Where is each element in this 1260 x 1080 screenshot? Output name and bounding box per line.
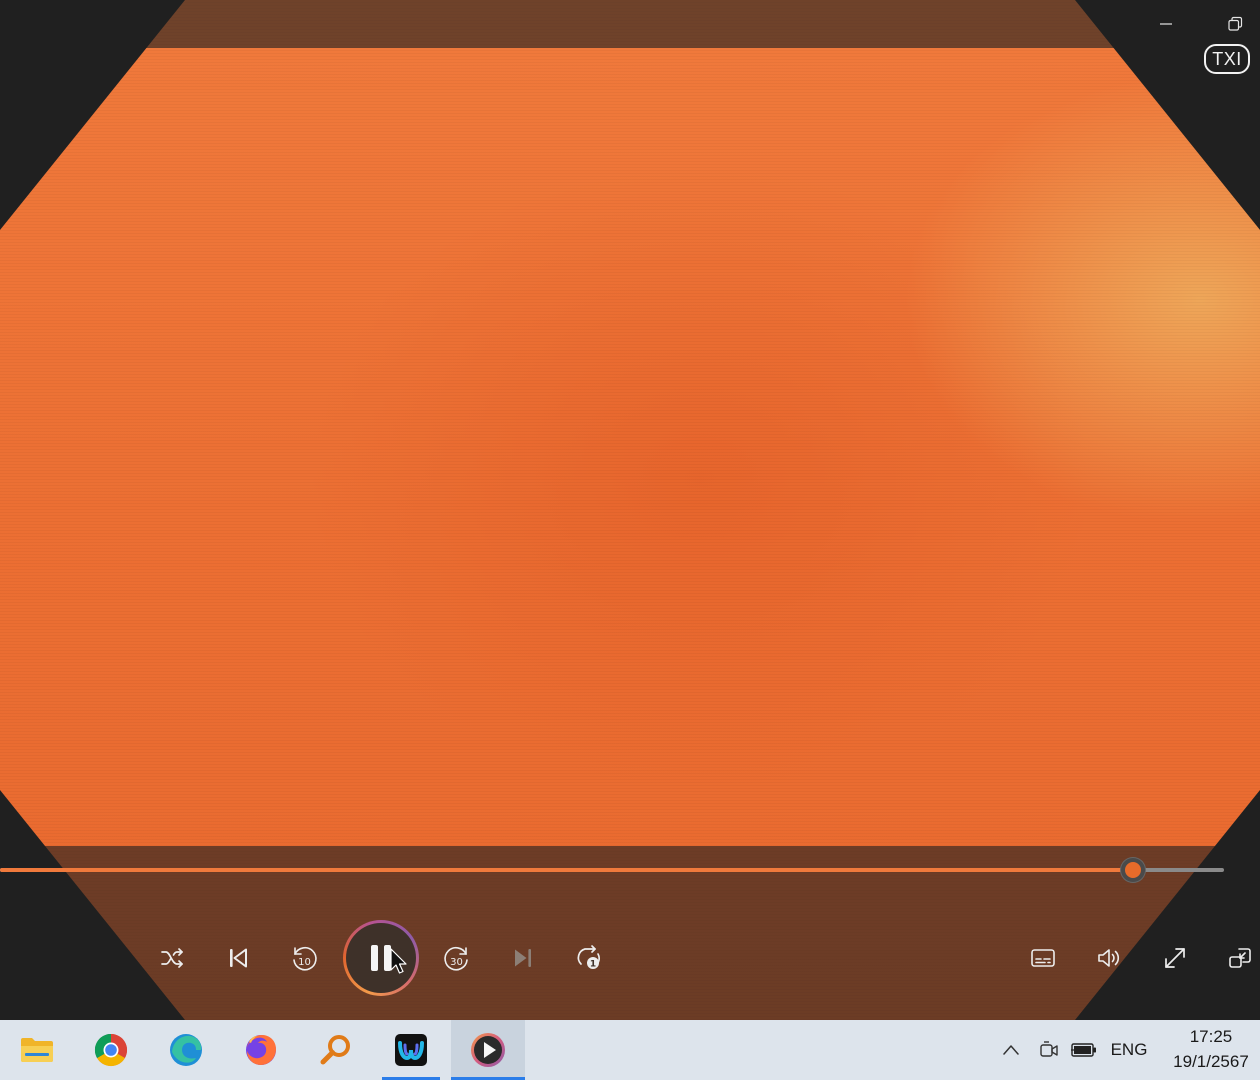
fullscreen-icon	[1165, 948, 1185, 968]
skip-next-icon	[515, 949, 531, 967]
taskbar-file-explorer[interactable]	[0, 1020, 74, 1080]
clock-time: 17:25	[1189, 1027, 1233, 1046]
seek-bar-thumb[interactable]	[1121, 858, 1145, 882]
volume-icon	[1098, 949, 1120, 967]
play-pause-button[interactable]	[343, 920, 419, 996]
channel-logo-text: TXI	[1212, 48, 1242, 69]
clock-date: 19/1/2567	[1173, 1052, 1249, 1071]
repeat-button[interactable]: 1	[569, 938, 609, 978]
chrome-icon	[94, 1034, 128, 1067]
firefox-icon	[246, 1035, 276, 1065]
tray-battery[interactable]	[1068, 1020, 1100, 1080]
taskbar-webex[interactable]	[374, 1020, 448, 1080]
repeat-one-icon: 1	[577, 945, 601, 970]
repeat-label: 1	[590, 960, 596, 970]
taskbar-chrome[interactable]	[74, 1020, 148, 1080]
magnifier-icon	[320, 1035, 350, 1065]
taskbar: ENG 17:25 19/1/2567	[0, 1020, 1260, 1080]
restore-button[interactable]	[1217, 8, 1253, 40]
fast-forward-icon: 30	[444, 947, 468, 971]
language-indicator: ENG	[1110, 1040, 1148, 1059]
seek-bar-progress	[0, 868, 1133, 872]
play-pause-inner	[346, 923, 416, 993]
seek-bar[interactable]	[0, 868, 1224, 872]
meet-camera-icon	[1040, 1041, 1058, 1057]
rewind-icon: 10	[293, 947, 317, 971]
tray-language[interactable]: ENG	[1106, 1020, 1152, 1080]
video-stage[interactable]: TXI 10 30 1	[0, 0, 1260, 1020]
rewind-button[interactable]: 10	[284, 938, 324, 978]
controls-panel	[0, 846, 1260, 1020]
edge-icon	[170, 1034, 202, 1066]
previous-button[interactable]	[218, 938, 258, 978]
chevron-up-icon	[1003, 1045, 1019, 1055]
battery-icon	[1071, 1043, 1096, 1057]
subtitles-icon	[1031, 949, 1055, 967]
subtitles-button[interactable]	[1023, 938, 1063, 978]
mini-player-button[interactable]	[1220, 938, 1260, 978]
taskbar-firefox[interactable]	[224, 1020, 298, 1080]
minimize-icon	[1160, 23, 1172, 25]
title-bar	[0, 0, 1260, 48]
tray-meet-now[interactable]	[1034, 1020, 1064, 1080]
next-button[interactable]	[503, 938, 543, 978]
folder-icon	[21, 1038, 53, 1062]
skip-previous-icon	[230, 948, 247, 968]
shuffle-button[interactable]	[152, 938, 192, 978]
taskbar-media-player[interactable]	[451, 1020, 525, 1080]
channel-logo: TXI	[1204, 44, 1250, 74]
pause-icon	[371, 945, 391, 971]
media-player-icon	[471, 1033, 505, 1067]
mini-player-icon	[1229, 948, 1251, 968]
taskbar-edge[interactable]	[149, 1020, 223, 1080]
minimize-button[interactable]	[1148, 8, 1184, 40]
taskbar-clock[interactable]: 17:25 19/1/2567	[1162, 1024, 1260, 1076]
rewind-label: 10	[298, 957, 311, 968]
forward-button[interactable]: 30	[437, 938, 477, 978]
volume-button[interactable]	[1089, 938, 1129, 978]
taskbar-search-tool[interactable]	[299, 1020, 373, 1080]
webex-icon	[395, 1034, 427, 1066]
tray-overflow-button[interactable]	[996, 1020, 1026, 1080]
fullscreen-button[interactable]	[1155, 938, 1195, 978]
forward-label: 30	[450, 957, 463, 968]
shuffle-icon	[161, 948, 183, 968]
restore-icon	[1228, 16, 1243, 31]
